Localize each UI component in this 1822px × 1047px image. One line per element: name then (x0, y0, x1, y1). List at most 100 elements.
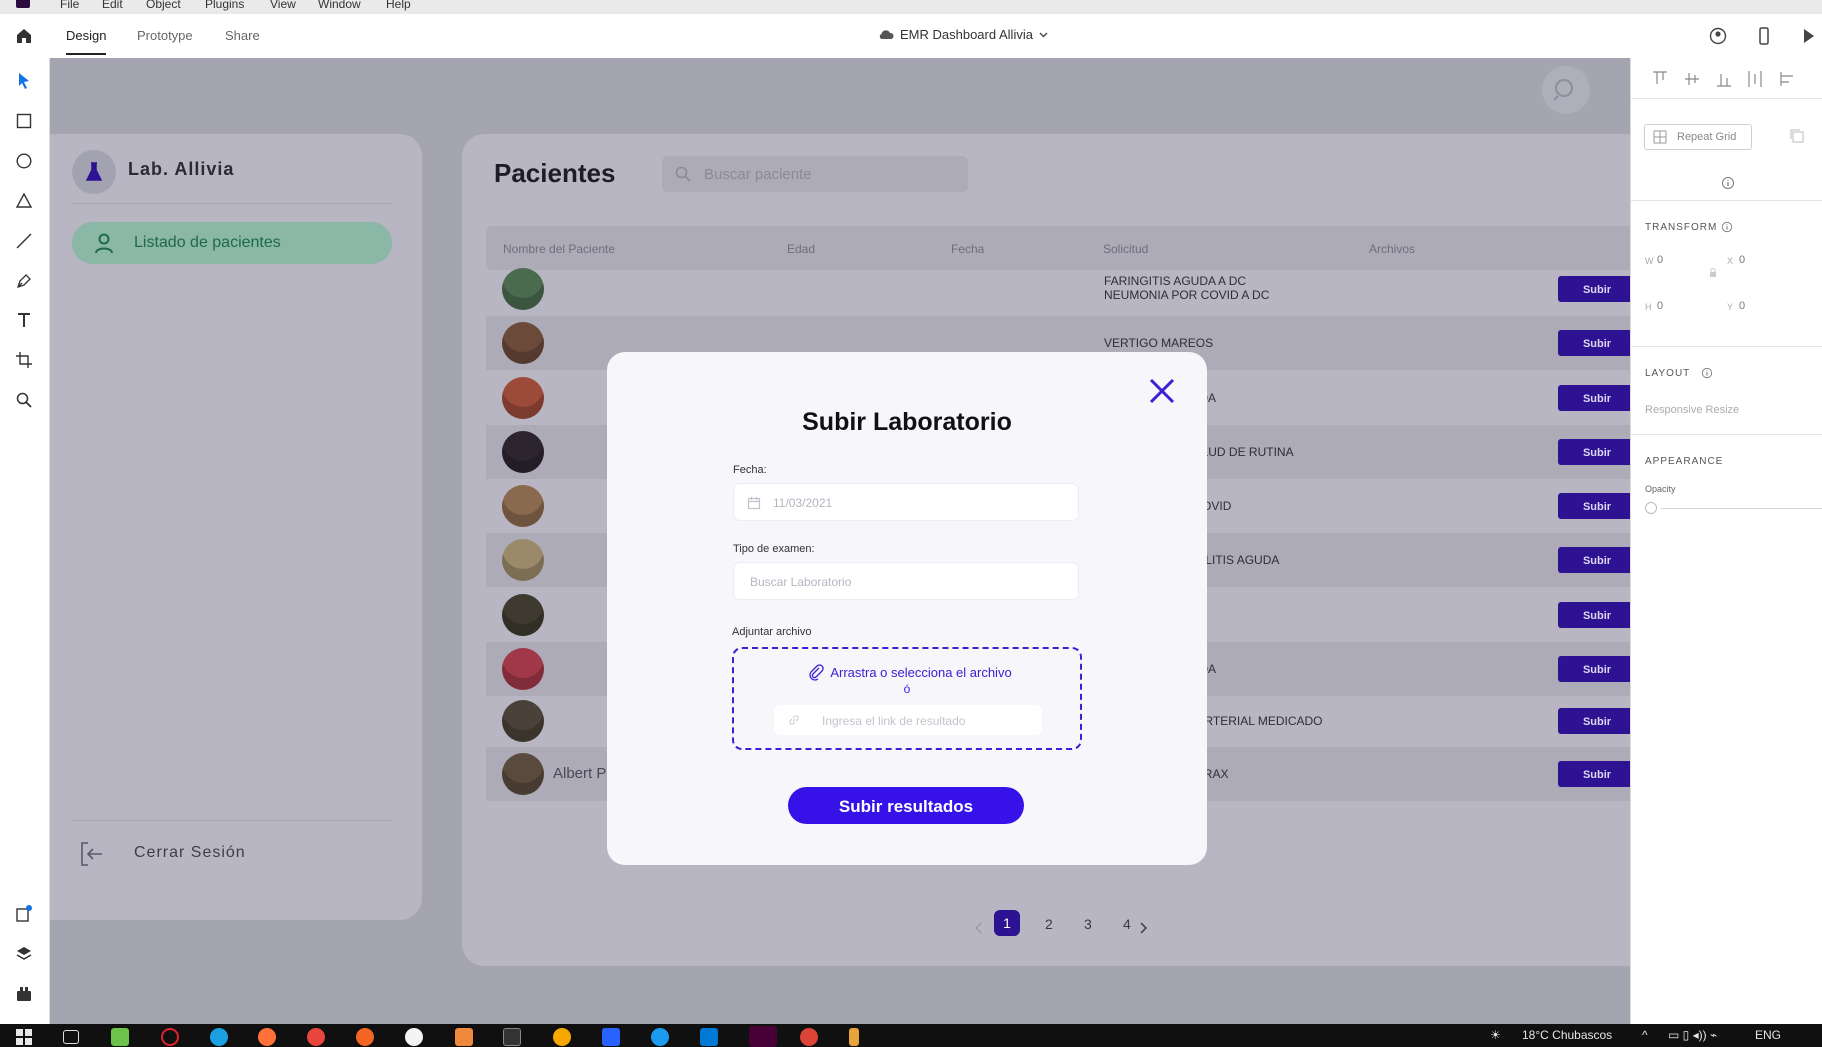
opera-icon[interactable] (161, 1028, 179, 1046)
page-2[interactable]: 2 (1045, 916, 1053, 932)
upload-button[interactable]: Subir (1558, 761, 1630, 787)
request-text: FARINGITIS AGUDA A DC NEUMONIA POR COVID … (1104, 274, 1269, 302)
edge-icon[interactable] (210, 1028, 228, 1046)
chevron-left-icon[interactable] (975, 922, 983, 934)
language-indicator[interactable]: ENG (1755, 1028, 1781, 1042)
chevron-up-icon[interactable]: ^ (1642, 1028, 1648, 1042)
result-link-input[interactable] (820, 705, 1034, 737)
tab-share[interactable]: Share (225, 28, 260, 43)
calendar-icon (747, 497, 761, 510)
menu-view[interactable]: View (270, 0, 296, 11)
logout-button[interactable]: Cerrar Sesión (80, 836, 330, 872)
menu-window[interactable]: Window (318, 0, 361, 11)
vscode-icon[interactable] (700, 1028, 718, 1046)
menu-plugins[interactable]: Plugins (205, 0, 244, 11)
x-value[interactable]: 0 (1739, 254, 1745, 266)
align-tools-icon[interactable] (1651, 68, 1801, 90)
select-tool-icon[interactable] (14, 71, 34, 91)
assets-icon[interactable] (14, 904, 34, 924)
close-icon[interactable] (1147, 376, 1177, 406)
date-field[interactable] (733, 483, 1085, 522)
menu-file[interactable]: File (60, 0, 79, 11)
tray-icons[interactable]: ▭ ▯ ◂)) ⌁ (1668, 1028, 1717, 1042)
menu-bar: File Edit Object Plugins View Window Hel… (0, 0, 1822, 14)
menu-object[interactable]: Object (146, 0, 181, 11)
y-value[interactable]: 0 (1739, 300, 1745, 312)
app-icon[interactable] (849, 1028, 859, 1046)
plugins-icon[interactable] (14, 984, 34, 1004)
document-title[interactable]: EMR Dashboard Allivia (878, 27, 1048, 42)
upload-button[interactable]: Subir (1558, 708, 1630, 734)
page-3[interactable]: 3 (1084, 916, 1092, 932)
exam-type-input[interactable] (748, 563, 1062, 601)
powershell-icon[interactable] (602, 1028, 620, 1046)
artboard-tool-icon[interactable] (14, 350, 34, 370)
upload-button[interactable]: Subir (1558, 493, 1630, 519)
layers-icon[interactable] (14, 944, 34, 964)
info-icon[interactable] (1721, 176, 1735, 190)
page-4[interactable]: 4 (1123, 916, 1131, 932)
responsive-resize-label[interactable]: Responsive Resize (1645, 404, 1739, 416)
avatar (502, 648, 544, 690)
upload-button[interactable]: Subir (1558, 602, 1630, 628)
chrome-icon[interactable] (307, 1028, 325, 1046)
date-input[interactable] (771, 484, 1085, 522)
text-tool-icon[interactable] (14, 310, 34, 330)
file-dropzone[interactable]: Arrastra o selecciona el archivo ó (732, 647, 1082, 750)
upload-button[interactable]: Subir (1558, 439, 1630, 465)
upload-button[interactable]: Subir (1558, 547, 1630, 573)
avatar (502, 753, 544, 795)
upload-button[interactable]: Subir (1558, 385, 1630, 411)
submit-results-button[interactable]: Subir resultados (788, 787, 1024, 824)
h-value[interactable]: 0 (1657, 300, 1663, 312)
home-icon[interactable] (14, 26, 34, 46)
weather-icon[interactable]: ☀ (1490, 1028, 1501, 1042)
top-toolbar: Design Prototype Share EMR Dashboard All… (0, 14, 1822, 59)
exam-type-field[interactable] (733, 562, 1079, 601)
app-icon[interactable] (356, 1028, 374, 1046)
terminal-icon[interactable] (503, 1028, 521, 1046)
app-icon[interactable] (553, 1028, 571, 1046)
windows-start-icon[interactable] (16, 1029, 32, 1045)
upload-button[interactable]: Subir (1558, 330, 1630, 356)
opacity-slider-handle[interactable] (1645, 502, 1657, 514)
mobile-preview-icon[interactable] (1754, 26, 1774, 46)
opacity-slider-track[interactable] (1661, 508, 1822, 509)
line-tool-icon[interactable] (14, 231, 34, 251)
search-button[interactable] (1542, 66, 1590, 114)
upload-button[interactable]: Subir (1558, 656, 1630, 682)
app-icon[interactable] (651, 1028, 669, 1046)
task-view-icon[interactable] (63, 1030, 79, 1044)
polygon-tool-icon[interactable] (14, 191, 34, 211)
tab-design[interactable]: Design (66, 28, 107, 55)
info-icon[interactable] (1721, 221, 1733, 233)
upload-button[interactable]: Subir (1558, 276, 1630, 302)
app-icon[interactable] (455, 1028, 473, 1046)
menu-help[interactable]: Help (386, 0, 411, 11)
lock-icon[interactable] (1709, 268, 1717, 278)
zoom-tool-icon[interactable] (14, 390, 34, 410)
pen-tool-icon[interactable] (14, 271, 34, 291)
sidebar-item-patients[interactable]: Listado de pacientes (72, 222, 392, 264)
patient-search-input[interactable]: Buscar paciente (662, 156, 968, 192)
weather-text[interactable]: 18°C Chubascos (1522, 1028, 1612, 1042)
result-link-field[interactable] (774, 705, 1042, 737)
w-value[interactable]: 0 (1657, 254, 1663, 266)
menu-edit[interactable]: Edit (102, 0, 123, 11)
user-icon[interactable] (1708, 26, 1728, 46)
adobe-xd-icon[interactable] (749, 1026, 777, 1047)
ellipse-tool-icon[interactable] (14, 151, 34, 171)
rectangle-tool-icon[interactable] (14, 111, 34, 131)
play-icon[interactable] (1798, 26, 1818, 46)
chevron-right-icon[interactable] (1139, 922, 1147, 934)
info-icon[interactable] (1701, 367, 1713, 379)
app-icon[interactable] (405, 1028, 423, 1046)
chrome-icon[interactable] (800, 1028, 818, 1046)
copy-icon[interactable] (1789, 128, 1805, 144)
page-1[interactable]: 1 (994, 910, 1020, 936)
firefox-icon[interactable] (258, 1028, 276, 1046)
canvas[interactable]: Lab. Allivia Listado de pacientes Cerrar… (50, 58, 1630, 1024)
tab-prototype[interactable]: Prototype (137, 28, 193, 43)
app-icon[interactable] (111, 1028, 129, 1046)
repeat-grid-button[interactable]: Repeat Grid (1644, 124, 1752, 150)
